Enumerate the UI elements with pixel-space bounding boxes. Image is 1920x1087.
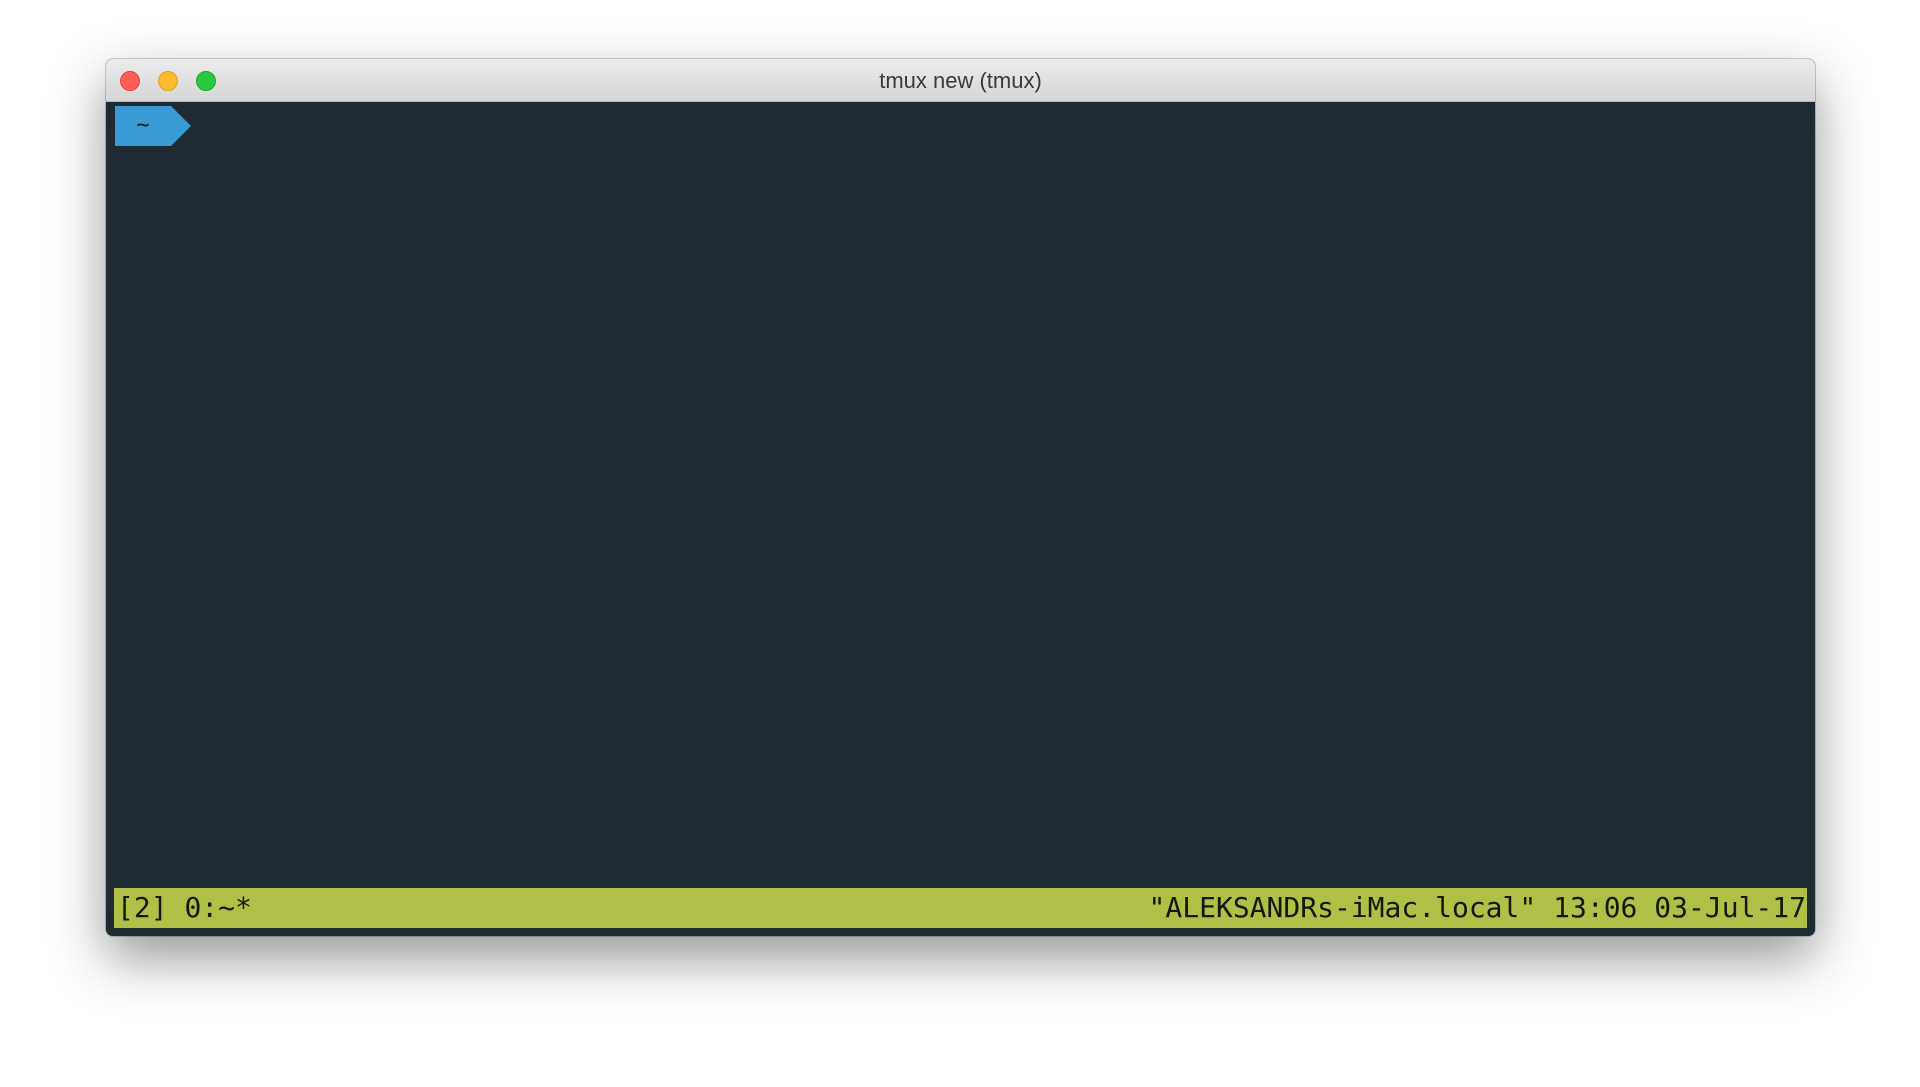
status-date: 03-Jul-17 — [1654, 891, 1806, 924]
status-right: "ALEKSANDRs-iMac.local" 13:06 03-Jul-17 — [1149, 888, 1806, 928]
tmux-status-bar: [2] 0:~* "ALEKSANDRs-iMac.local" 13:06 0… — [114, 888, 1807, 928]
prompt-segment: ~ — [115, 106, 191, 146]
powerline-arrow-icon — [171, 106, 191, 146]
prompt-directory: ~ — [115, 106, 171, 146]
window-list-item[interactable]: 0:~* — [184, 891, 251, 924]
status-time: 13:06 — [1553, 891, 1638, 924]
terminal-pane[interactable]: ~ [2] 0:~* "ALEKSANDRs-iMac.local" 13:06… — [106, 102, 1815, 936]
terminal-window: tmux new (tmux) ~ [2] 0:~* "ALEKSANDRs-i… — [106, 59, 1815, 936]
window-title: tmux new (tmux) — [879, 68, 1042, 93]
session-id: [2] — [117, 891, 168, 924]
status-left: [2] 0:~* — [117, 888, 252, 928]
title-bar[interactable]: tmux new (tmux) — [106, 59, 1815, 102]
hostname: "ALEKSANDRs-iMac.local" — [1148, 891, 1537, 924]
